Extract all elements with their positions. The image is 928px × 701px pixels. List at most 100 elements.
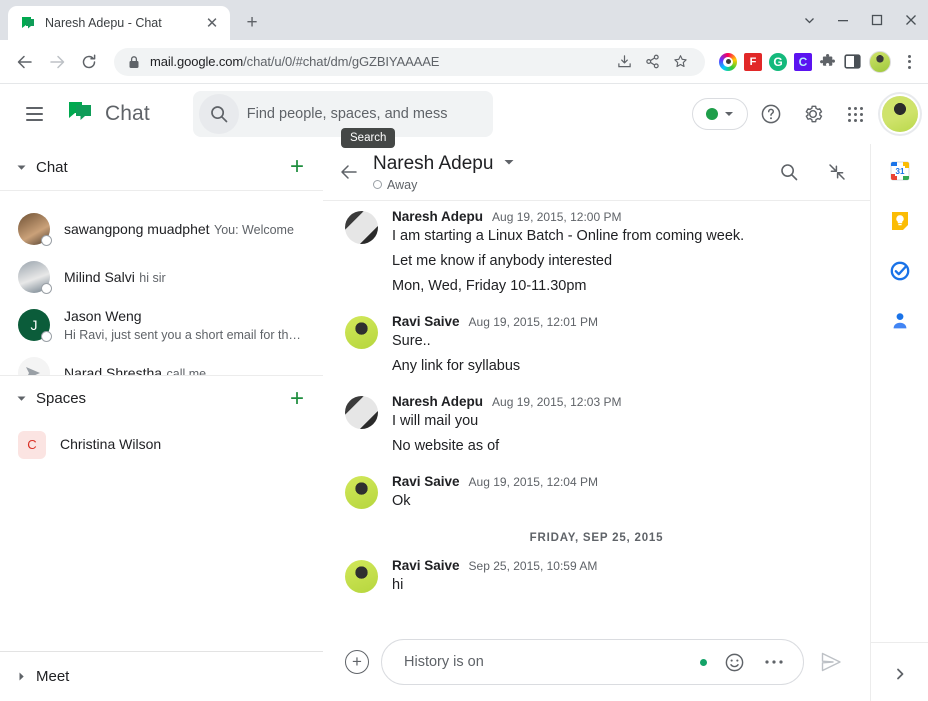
bookmark-star-icon[interactable] bbox=[667, 49, 693, 75]
new-tab-button[interactable]: + bbox=[238, 9, 266, 37]
share-icon[interactable] bbox=[639, 49, 665, 75]
address-bar[interactable]: mail.google.com/chat/u/0/#chat/dm/gGZBIY… bbox=[114, 47, 705, 76]
message-sender: Naresh Adepu bbox=[392, 209, 484, 224]
message-list[interactable]: Naresh Adepu Aug 19, 2015, 12:00 PM I am… bbox=[323, 200, 870, 629]
contact-preview: You: Welcome bbox=[214, 222, 294, 237]
color-wheel-extension[interactable] bbox=[719, 52, 737, 71]
search-placeholder: Find people, spaces, and mess bbox=[246, 106, 448, 122]
chevron-down-icon[interactable] bbox=[792, 0, 826, 40]
message-line: I will mail you bbox=[392, 413, 479, 429]
conversation-actions bbox=[770, 153, 856, 191]
collapse-icon[interactable] bbox=[818, 153, 856, 191]
meet-section-header[interactable]: Meet bbox=[0, 651, 323, 701]
avatar bbox=[18, 213, 52, 246]
chevron-right-icon[interactable] bbox=[871, 667, 928, 681]
chevron-right-icon[interactable] bbox=[12, 671, 30, 682]
account-avatar[interactable] bbox=[882, 96, 918, 132]
avatar bbox=[345, 316, 378, 349]
emoji-icon[interactable] bbox=[721, 649, 747, 675]
back-arrow-icon[interactable] bbox=[329, 152, 369, 192]
settings-gear-icon[interactable] bbox=[794, 95, 832, 133]
presence-dot-icon bbox=[706, 108, 718, 120]
side-rail: 31 bbox=[870, 144, 928, 701]
close-tab-icon[interactable]: ✕ bbox=[202, 13, 222, 33]
tab-title: Naresh Adepu - Chat bbox=[45, 16, 162, 30]
composer-placeholder: History is on bbox=[404, 654, 484, 670]
tab-strip: Naresh Adepu - Chat ✕ + bbox=[0, 0, 928, 40]
presence-selector[interactable] bbox=[692, 98, 748, 130]
date-divider: FRIDAY, SEP 25, 2015 bbox=[529, 532, 664, 544]
message-line: I am starting a Linux Batch - Online fro… bbox=[392, 228, 745, 244]
install-icon[interactable] bbox=[611, 49, 637, 75]
maximize-button[interactable] bbox=[860, 0, 894, 40]
browser-menu-icon[interactable] bbox=[898, 49, 920, 75]
list-item[interactable]: C Christina Wilson bbox=[0, 422, 323, 468]
flipboard-extension[interactable]: F bbox=[744, 52, 762, 71]
calendar-icon[interactable]: 31 bbox=[889, 160, 911, 182]
chevron-down-icon[interactable] bbox=[12, 162, 30, 173]
profile-avatar-toolbar[interactable] bbox=[869, 50, 891, 73]
add-attachment-icon[interactable]: + bbox=[345, 650, 369, 674]
contact-preview: Hi Ravi, just sent you a short email for… bbox=[64, 327, 301, 342]
forward-button bbox=[42, 47, 72, 77]
close-button[interactable] bbox=[894, 0, 928, 40]
help-icon[interactable] bbox=[752, 95, 790, 133]
list-item[interactable]: J Jason Weng Hi Ravi, just sent you a sh… bbox=[0, 301, 323, 349]
new-chat-button[interactable]: + bbox=[285, 155, 309, 179]
main-menu-icon[interactable] bbox=[14, 94, 54, 134]
partial-row-top bbox=[0, 191, 323, 205]
back-button[interactable] bbox=[10, 47, 40, 77]
extensions-strip: F G C bbox=[713, 49, 920, 75]
presence-indicator bbox=[41, 283, 52, 294]
message-line: Ok bbox=[392, 493, 411, 509]
list-item[interactable]: sawangpong muadphet You: Welcome bbox=[0, 205, 323, 253]
message-line: hi bbox=[392, 577, 404, 593]
list-item[interactable]: Milind Salvi hi sir bbox=[0, 253, 323, 301]
browser-tab[interactable]: Naresh Adepu - Chat ✕ bbox=[8, 6, 230, 40]
presence-indicator bbox=[41, 331, 52, 342]
more-options-icon[interactable] bbox=[761, 649, 787, 675]
presence-indicator bbox=[41, 235, 52, 246]
chevron-down-icon[interactable] bbox=[503, 155, 515, 173]
spaces-section-header[interactable]: Spaces + bbox=[0, 376, 323, 422]
new-space-button[interactable]: + bbox=[285, 386, 309, 411]
side-panel-icon[interactable] bbox=[844, 53, 862, 71]
contacts-icon[interactable] bbox=[889, 310, 911, 332]
avatar: J bbox=[18, 309, 52, 342]
chat-section-header[interactable]: Chat + bbox=[0, 144, 323, 190]
message-time: Sep 25, 2015, 10:59 AM bbox=[468, 559, 598, 573]
contact-name: Milind Salvi bbox=[64, 268, 135, 285]
tasks-icon[interactable] bbox=[889, 260, 911, 282]
avatar bbox=[345, 560, 378, 593]
conversation-pane: Search Naresh Adepu Away Naresh Adepu Au… bbox=[323, 128, 870, 701]
message-sender: Ravi Saive bbox=[392, 314, 460, 329]
reload-button[interactable] bbox=[74, 47, 104, 77]
svg-text:31: 31 bbox=[895, 167, 904, 176]
avatar bbox=[345, 396, 378, 429]
grammarly-extension[interactable]: G bbox=[769, 52, 787, 71]
search-icon[interactable] bbox=[770, 153, 808, 191]
keep-icon[interactable] bbox=[889, 210, 911, 232]
app-header: Chat Find people, spaces, and mess bbox=[0, 84, 928, 144]
url-path: /chat/u/0/#chat/dm/gGZBIYAAAAE bbox=[243, 54, 440, 69]
puzzle-extensions-icon[interactable] bbox=[819, 53, 837, 71]
contact-name: Narad Shrestha bbox=[64, 364, 163, 375]
app-body: Chat + sawangpong muadphet You: Welcome bbox=[0, 128, 928, 701]
minimize-button[interactable] bbox=[826, 0, 860, 40]
chat-logo-icon bbox=[66, 98, 94, 131]
chat-app: Chat Find people, spaces, and mess Chat … bbox=[0, 84, 928, 701]
avatar bbox=[18, 261, 52, 294]
send-icon[interactable] bbox=[816, 647, 846, 677]
lock-icon bbox=[128, 55, 140, 69]
c-extension[interactable]: C bbox=[794, 52, 812, 71]
chevron-down-icon[interactable] bbox=[12, 393, 30, 404]
space-initial: C bbox=[27, 437, 37, 452]
sidebar-spacer bbox=[0, 467, 323, 651]
search-area: Find people, spaces, and mess bbox=[150, 91, 672, 137]
meet-section-title: Meet bbox=[36, 668, 70, 685]
message-time: Aug 19, 2015, 12:03 PM bbox=[492, 395, 622, 409]
apps-grid-icon[interactable] bbox=[836, 95, 874, 133]
message-line: Let me know if anybody interested bbox=[392, 253, 613, 269]
list-item[interactable]: Narad Shrestha call me bbox=[0, 349, 323, 375]
message-input[interactable]: History is on bbox=[381, 639, 804, 685]
